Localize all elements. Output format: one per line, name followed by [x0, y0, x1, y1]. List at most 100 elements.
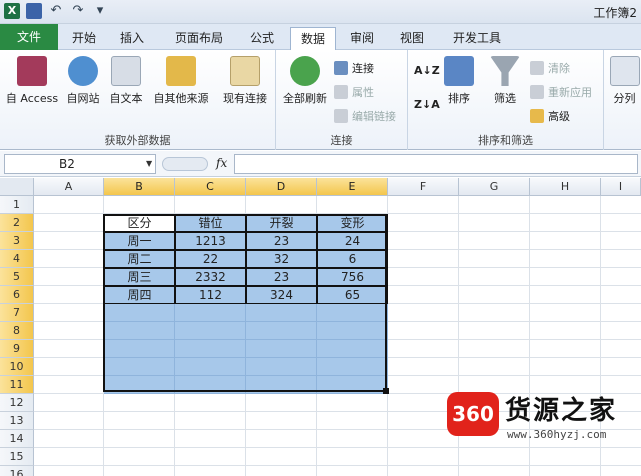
column-header-g[interactable]: G [459, 178, 530, 196]
table-cell[interactable]: 1213 [175, 232, 246, 250]
column-header-e[interactable]: E [317, 178, 388, 196]
row-header[interactable]: 10 [0, 358, 34, 376]
column-header-f[interactable]: F [388, 178, 459, 196]
filter-button[interactable]: 筛选 [486, 56, 524, 106]
row-header[interactable]: 1 [0, 196, 34, 214]
table-cell[interactable]: 周一 [104, 232, 175, 250]
from-web-button[interactable]: 自网站 [62, 56, 104, 106]
watermark-url: www.360hyzj.com [507, 428, 607, 441]
table-cell[interactable]: 2332 [175, 268, 246, 286]
text-to-columns-button[interactable]: 分列 [608, 56, 641, 106]
table-header-cell[interactable]: 区分 [104, 214, 175, 232]
column-header-h[interactable]: H [530, 178, 601, 196]
sort-ascending-button[interactable]: A↓Z [414, 64, 440, 77]
tab-formulas[interactable]: 公式 [242, 27, 282, 49]
group-label-connections: 连接 [330, 134, 353, 147]
title-bar: X ↶ ↷ ▾ 工作簿2 [0, 0, 641, 24]
row-header[interactable]: 6 [0, 286, 34, 304]
table-cell[interactable]: 周三 [104, 268, 175, 286]
connections-button[interactable]: 连接 [334, 60, 374, 76]
split-columns-icon [609, 56, 640, 86]
customize-icon[interactable]: ▾ [92, 3, 108, 19]
row-header[interactable]: 8 [0, 322, 34, 340]
select-all-corner[interactable] [0, 178, 34, 196]
from-access-button[interactable]: 自 Access [2, 56, 62, 106]
row-header[interactable]: 5 [0, 268, 34, 286]
table-header-cell[interactable]: 错位 [175, 214, 246, 232]
clear-label: 清除 [548, 62, 570, 75]
undo-icon[interactable]: ↶ [48, 3, 64, 19]
table-cell[interactable]: 周四 [104, 286, 175, 304]
group-external-data: 自 Access 自网站 自文本 自其他来源 现有连接 获取外部数据 [0, 50, 276, 150]
from-other-sources-button[interactable]: 自其他来源 [148, 56, 214, 106]
sort-button[interactable]: 排序 [442, 56, 476, 106]
advanced-label: 高级 [548, 110, 570, 123]
group-data-tools: 分列 [604, 50, 641, 150]
table-cell[interactable]: 6 [317, 250, 388, 268]
row-header[interactable]: 7 [0, 304, 34, 322]
row-header[interactable]: 13 [0, 412, 34, 430]
table-cell[interactable]: 32 [246, 250, 317, 268]
tab-file[interactable]: 文件 [0, 24, 58, 50]
tab-view[interactable]: 视图 [392, 27, 432, 49]
from-text-button[interactable]: 自文本 [104, 56, 148, 106]
row-header[interactable]: 4 [0, 250, 34, 268]
table-cell[interactable]: 112 [175, 286, 246, 304]
group-connections: 全部刷新 连接 属性 编辑链接 连接 [276, 50, 408, 150]
excel-logo-icon: X [4, 3, 20, 19]
tab-developer[interactable]: 开发工具 [444, 27, 510, 49]
row-header[interactable]: 9 [0, 340, 34, 358]
refresh-all-button[interactable]: 全部刷新 [278, 56, 332, 106]
table-cell[interactable]: 23 [246, 232, 317, 250]
table-cell[interactable]: 周二 [104, 250, 175, 268]
filter-label: 筛选 [494, 92, 516, 105]
row-header[interactable]: 12 [0, 394, 34, 412]
insert-function-icon[interactable]: fx [216, 156, 227, 170]
table-cell[interactable]: 23 [246, 268, 317, 286]
group-label-sort-filter: 排序和筛选 [478, 134, 533, 147]
row-header[interactable]: 11 [0, 376, 34, 394]
table-header-cell[interactable]: 开裂 [246, 214, 317, 232]
clear-filter-button[interactable]: 清除 [530, 60, 570, 76]
formula-input[interactable] [234, 154, 638, 174]
column-header-a[interactable]: A [34, 178, 104, 196]
sort-dialog-icon [444, 56, 474, 86]
column-header-b[interactable]: B [104, 178, 175, 196]
edit-links-button[interactable]: 编辑链接 [334, 108, 396, 124]
properties-button[interactable]: 属性 [334, 84, 374, 100]
tab-home[interactable]: 开始 [64, 27, 104, 49]
database-icon [166, 56, 196, 86]
tab-insert[interactable]: 插入 [112, 27, 152, 49]
column-header-d[interactable]: D [246, 178, 317, 196]
tab-data[interactable]: 数据 [290, 27, 336, 51]
save-icon[interactable] [26, 3, 42, 19]
row-header[interactable]: 3 [0, 232, 34, 250]
table-cell[interactable]: 24 [317, 232, 388, 250]
ribbon-tabs: 文件 开始 插入 页面布局 公式 数据 审阅 视图 开发工具 [0, 24, 641, 51]
reapply-button[interactable]: 重新应用 [530, 84, 592, 100]
formula-controls [162, 157, 208, 171]
sort-descending-button[interactable]: Z↓A [414, 98, 440, 111]
tab-page-layout[interactable]: 页面布局 [164, 27, 234, 49]
row-header[interactable]: 16 [0, 466, 34, 476]
watermark: 360 货源之家 www.360hyzj.com [447, 388, 641, 448]
table-cell[interactable]: 756 [317, 268, 388, 286]
row-header[interactable]: 15 [0, 448, 34, 466]
row-header[interactable]: 2 [0, 214, 34, 232]
existing-connections-button[interactable]: 现有连接 [216, 56, 274, 106]
table-cell[interactable]: 22 [175, 250, 246, 268]
column-header-i[interactable]: I [601, 178, 641, 196]
chevron-down-icon[interactable]: ▼ [146, 159, 152, 168]
table-cell[interactable]: 324 [246, 286, 317, 304]
table-cell[interactable]: 65 [317, 286, 388, 304]
redo-icon[interactable]: ↷ [70, 3, 86, 19]
column-header-c[interactable]: C [175, 178, 246, 196]
tab-review[interactable]: 审阅 [342, 27, 382, 49]
text-to-columns-label: 分列 [613, 92, 636, 105]
row-header[interactable]: 14 [0, 430, 34, 448]
table-header-cell[interactable]: 变形 [317, 214, 388, 232]
name-box[interactable]: B2 [4, 154, 156, 174]
advanced-filter-button[interactable]: 高级 [530, 108, 570, 124]
fill-handle[interactable] [383, 388, 389, 394]
sort-label: 排序 [448, 92, 470, 105]
